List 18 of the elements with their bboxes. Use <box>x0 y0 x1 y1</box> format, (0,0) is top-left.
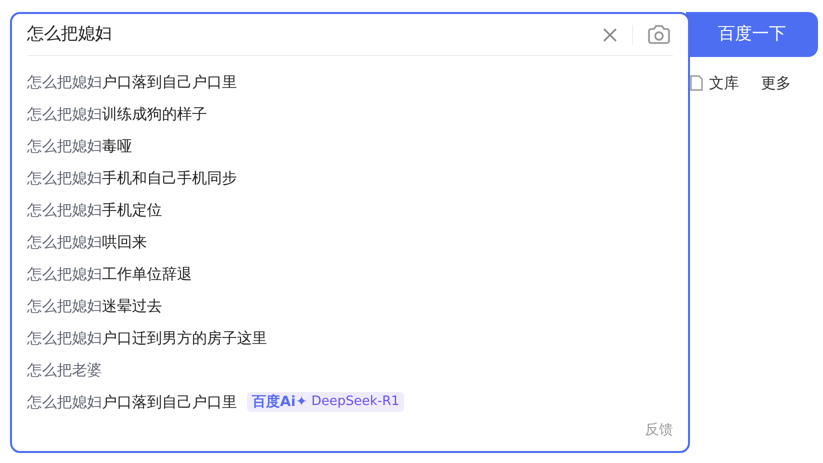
search-button[interactable]: 百度一下 <box>686 12 818 57</box>
suggestion-item[interactable]: 怎么把媳妇户口迁到男方的房子这里 <box>27 326 267 350</box>
suggestion-item[interactable]: 怎么把媳妇训练成狗的样子 <box>27 102 207 126</box>
ai-badge[interactable]: 百度Ai✦ DeepSeek-R1 <box>247 392 404 412</box>
close-icon[interactable] <box>602 26 618 42</box>
search-field[interactable]: 怎么把媳妇 <box>27 22 602 48</box>
suggestion-item[interactable]: 怎么把媳妇毒哑 <box>27 134 132 158</box>
nav-link[interactable]: 文库 <box>709 72 739 94</box>
suggestion-item[interactable]: 怎么把媳妇迷晕过去 <box>27 294 162 318</box>
camera-icon[interactable] <box>647 24 671 44</box>
nav-link[interactable]: 更多 <box>761 72 791 94</box>
suggestion-item[interactable]: 怎么把媳妇手机和自己手机同步 <box>27 166 237 190</box>
suggestion-item[interactable]: 怎么把媳妇哄回来 <box>27 230 147 254</box>
suggestion-item[interactable]: 怎么把媳妇工作单位辞退 <box>27 262 192 286</box>
suggestion-item[interactable]: 怎么把老婆 <box>27 358 102 382</box>
suggestion-item[interactable]: 怎么把媳妇户口落到自己户口里 <box>27 390 237 414</box>
suggestion-item[interactable]: 怎么把媳妇户口落到自己户口里 <box>27 70 237 94</box>
suggestion-item[interactable]: 怎么把媳妇手机定位 <box>27 198 162 222</box>
